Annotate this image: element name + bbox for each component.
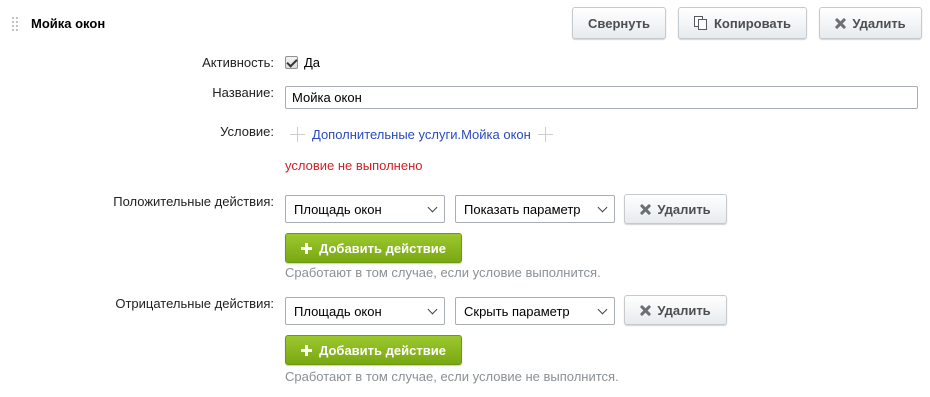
add-positive-action-button[interactable]: Добавить действие <box>285 233 462 263</box>
active-checkbox[interactable] <box>285 56 298 69</box>
copy-button-label: Копировать <box>713 15 791 31</box>
chevron-down-icon <box>427 304 438 314</box>
add-condition-icon[interactable] <box>290 127 305 142</box>
close-icon <box>835 18 846 29</box>
block-title: Мойка окон <box>31 16 106 31</box>
delete-positive-action-button[interactable]: Удалить <box>624 194 727 224</box>
chevron-down-icon <box>427 202 438 212</box>
chevron-down-icon <box>597 202 608 212</box>
negative-actions-hint: Сработают в том случае, если условие не … <box>285 369 619 384</box>
collapse-button-label: Свернуть <box>588 15 650 31</box>
active-checkbox-label[interactable]: Да <box>304 55 320 71</box>
condition-status: условие не выполнено <box>285 158 423 173</box>
positive-actions-hint: Сработают в том случае, если условие вып… <box>285 265 601 280</box>
delete-positive-action-label: Удалить <box>657 201 711 217</box>
plus-icon <box>301 344 313 356</box>
delete-negative-action-button[interactable]: Удалить <box>624 295 727 325</box>
add-negative-action-label: Добавить действие <box>319 342 446 358</box>
add-positive-action-label: Добавить действие <box>319 240 446 256</box>
positive-field-value: Площадь окон <box>294 201 382 217</box>
delete-negative-action-label: Удалить <box>657 302 711 318</box>
copy-button[interactable]: Копировать <box>678 7 807 39</box>
add-condition-icon[interactable] <box>538 127 553 142</box>
negative-action-select[interactable]: Скрыть параметр <box>455 297 615 325</box>
positive-action-select[interactable]: Показать параметр <box>455 195 615 223</box>
negative-actions-label: Отрицательные действия: <box>115 296 274 311</box>
delete-block-button[interactable]: Удалить <box>819 7 922 39</box>
negative-field-select[interactable]: Площадь окон <box>285 297 445 325</box>
collapse-button[interactable]: Свернуть <box>572 7 666 39</box>
add-negative-action-button[interactable]: Добавить действие <box>285 335 462 365</box>
negative-field-value: Площадь окон <box>294 303 382 319</box>
close-icon <box>640 305 651 316</box>
positive-action-value: Показать параметр <box>464 201 581 217</box>
copy-icon <box>693 15 708 31</box>
active-label: Активность: <box>202 55 274 70</box>
chevron-down-icon <box>597 304 608 314</box>
name-label: Название: <box>212 85 274 100</box>
positive-actions-label: Положительные действия: <box>113 194 274 209</box>
delete-block-button-label: Удалить <box>852 15 906 31</box>
name-input[interactable] <box>285 86 918 109</box>
drag-handle-icon[interactable] <box>11 16 19 32</box>
positive-field-select[interactable]: Площадь окон <box>285 195 445 223</box>
condition-link[interactable]: Дополнительные услуги.Мойка окон <box>312 127 531 143</box>
plus-icon <box>301 242 313 254</box>
close-icon <box>640 204 651 215</box>
negative-action-value: Скрыть параметр <box>464 303 570 319</box>
condition-label: Условие: <box>220 124 274 139</box>
